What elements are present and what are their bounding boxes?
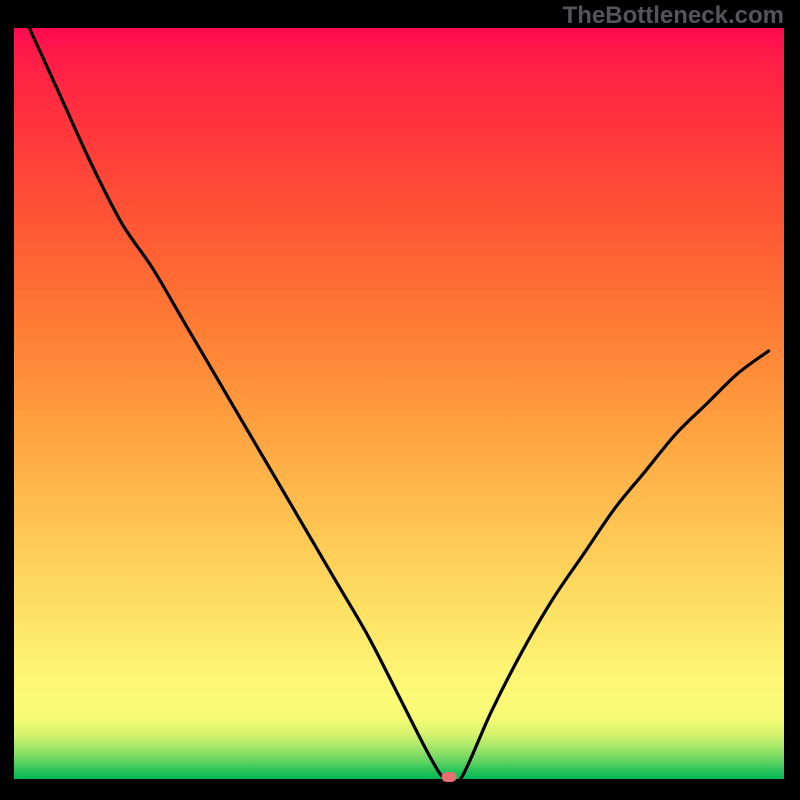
bottleneck-chart xyxy=(0,0,800,800)
optimal-marker xyxy=(442,772,457,782)
chart-container: TheBottleneck.com xyxy=(0,0,800,800)
watermark-label: TheBottleneck.com xyxy=(563,2,784,30)
